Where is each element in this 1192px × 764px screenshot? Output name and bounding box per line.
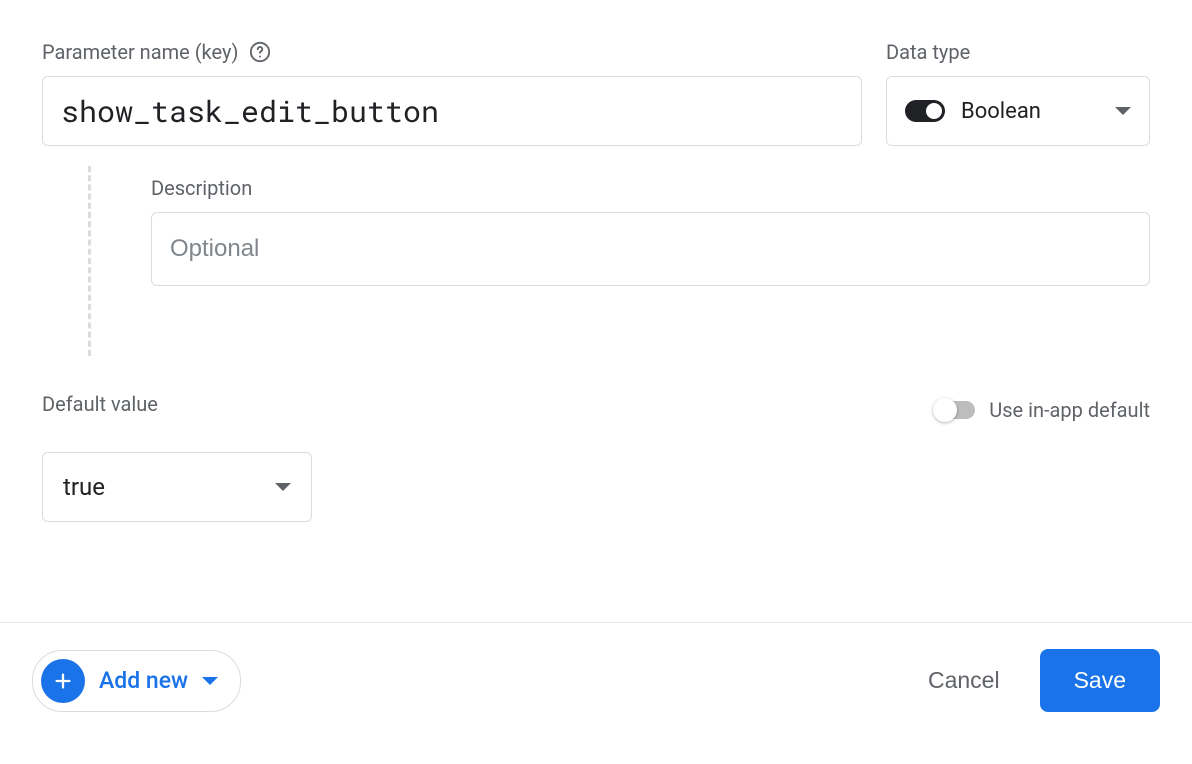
indent-divider [88,166,91,356]
data-type-label: Data type [886,40,1150,64]
chevron-down-icon [275,483,291,491]
save-button[interactable]: Save [1040,649,1160,712]
chevron-down-icon [202,677,218,685]
default-value-select[interactable]: true [42,452,312,522]
boolean-type-icon [905,100,945,122]
default-value-row: Default value true Use in-app default [42,392,1150,522]
chevron-down-icon [1115,107,1131,115]
help-icon[interactable] [248,40,272,64]
parameter-name-input[interactable] [42,76,862,146]
data-type-select[interactable]: Boolean [886,76,1150,146]
description-section: Description [42,166,1150,356]
add-new-button[interactable]: Add new [32,650,241,712]
default-value-text: true [63,473,275,501]
data-type-field-group: Data type Boolean [886,40,1150,146]
footer-bar: Add new Cancel Save [0,622,1192,738]
description-label: Description [151,176,1150,200]
parameter-name-label-text: Parameter name (key) [42,40,238,64]
data-type-value: Boolean [961,99,1099,124]
use-inapp-default-toggle[interactable]: Use in-app default [935,398,1150,422]
plus-icon [41,659,85,703]
use-inapp-default-label: Use in-app default [989,398,1150,422]
cancel-button[interactable]: Cancel [928,667,1000,694]
parameter-name-label: Parameter name (key) [42,40,862,64]
parameter-name-field-group: Parameter name (key) [42,40,862,146]
toggle-off-icon [935,401,975,419]
add-new-label: Add new [99,667,188,694]
default-value-label: Default value [42,392,312,416]
description-input[interactable] [151,212,1150,286]
